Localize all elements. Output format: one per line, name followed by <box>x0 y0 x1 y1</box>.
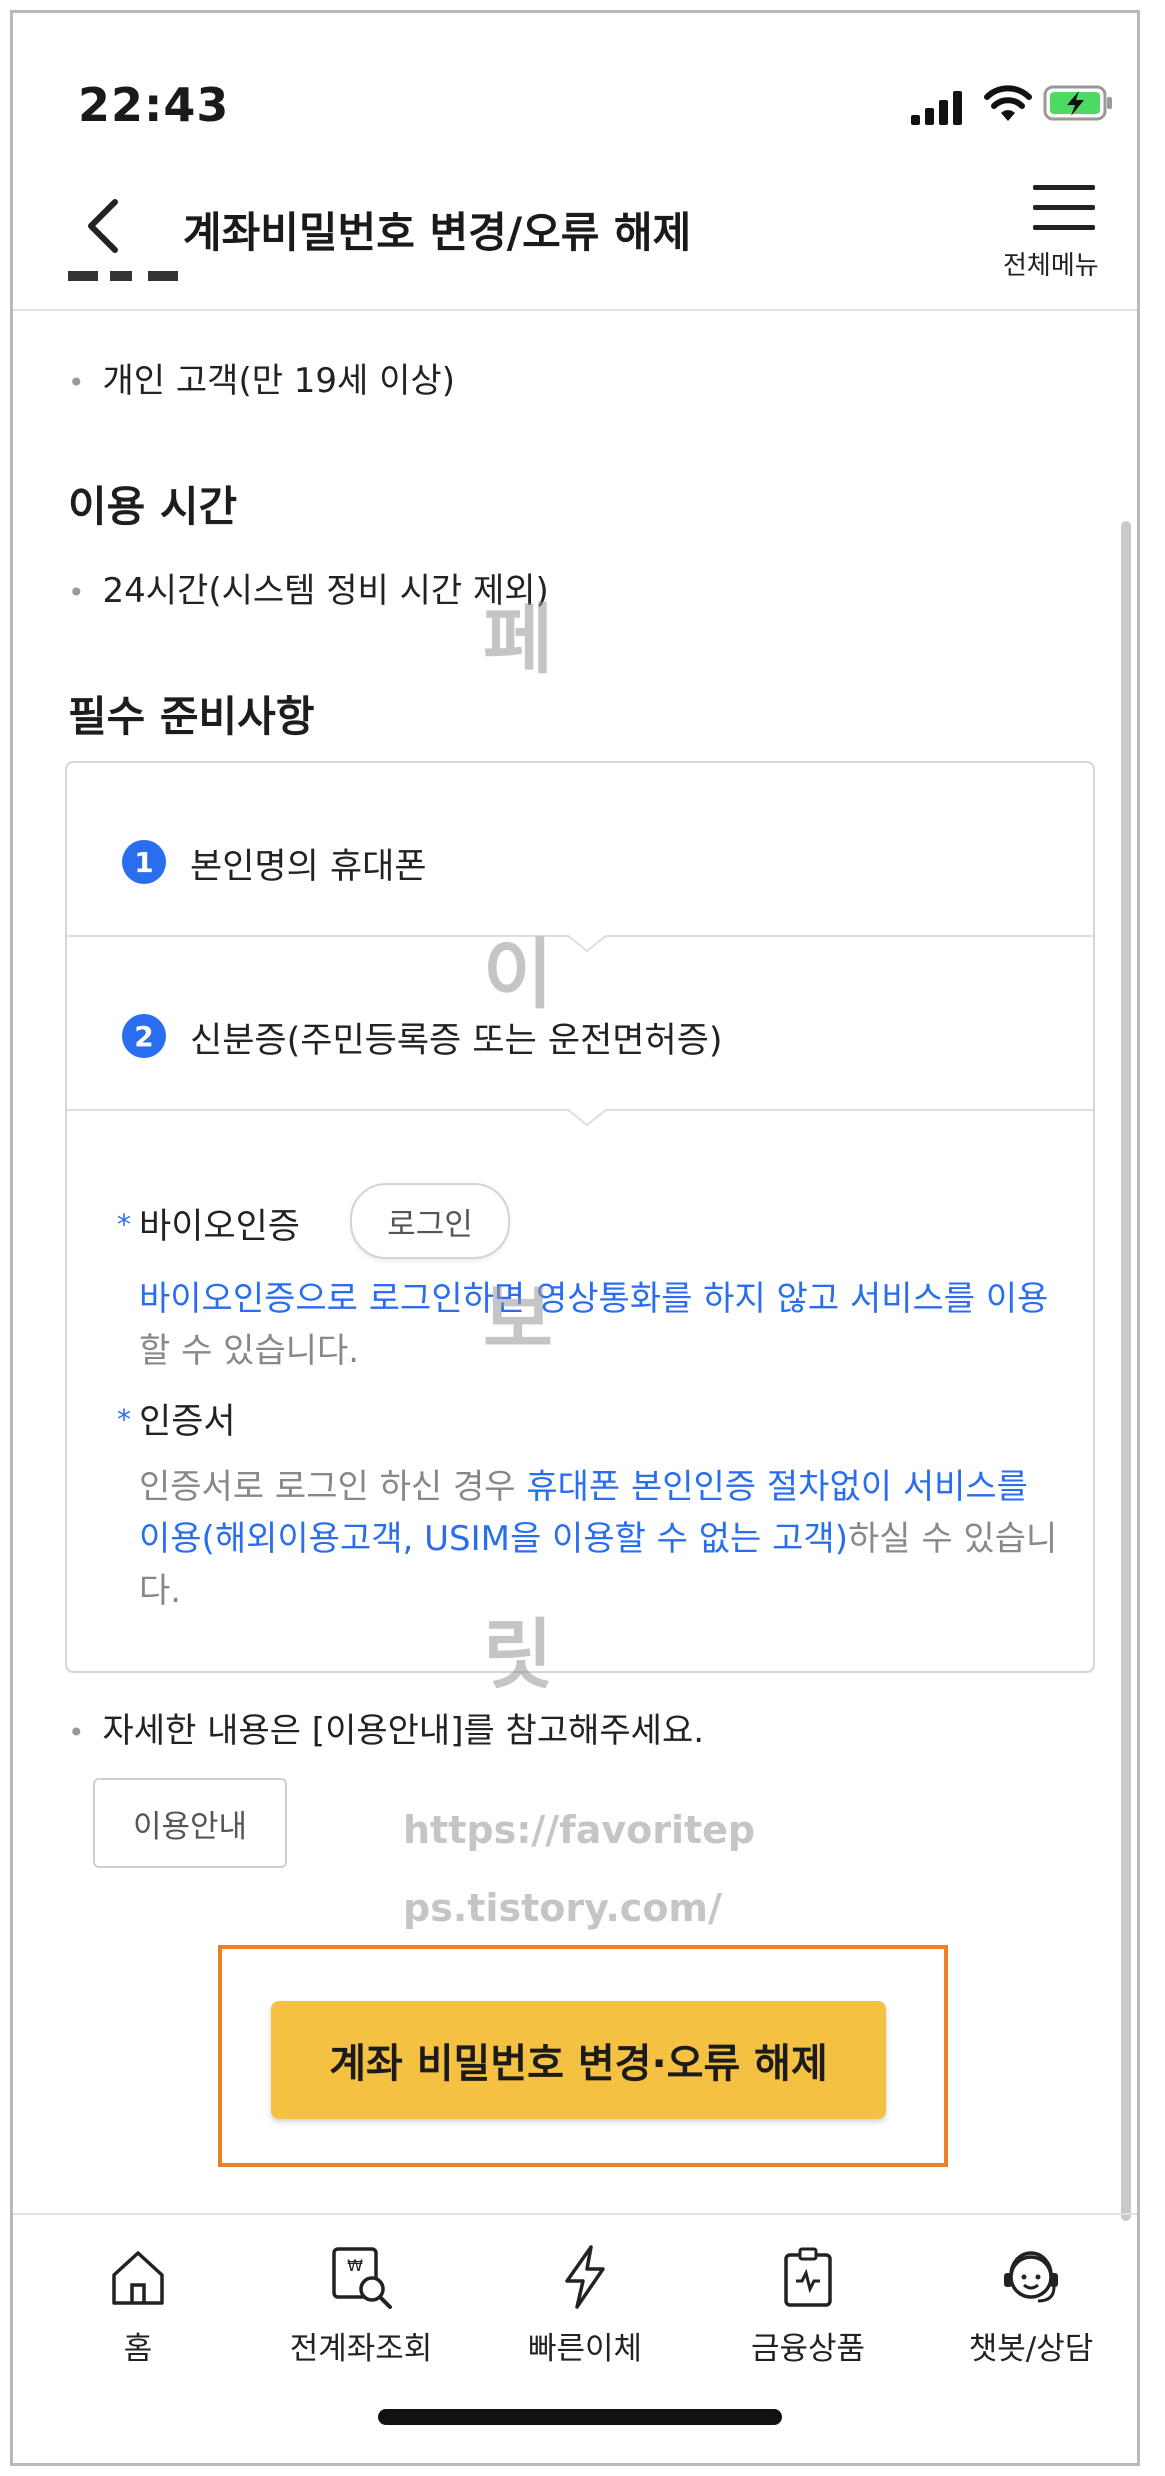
bio-bullet-star: * <box>117 1208 131 1241</box>
hours-item: 24시간(시스템 정비 시간 제외) <box>68 563 549 612</box>
phone-screen: 22:43 계좌비밀번호 변경/오류 해제 전체메뉴 • 개인 고객(만 19세… <box>10 10 1140 2466</box>
watermark-char: 이 <box>483 930 553 1019</box>
nav-label: 홈 <box>123 2331 153 2367</box>
wifi-icon <box>983 83 1033 127</box>
header-divider <box>13 309 1137 311</box>
page-title: 계좌비밀번호 변경/오류 해제 <box>183 208 692 257</box>
login-button[interactable]: 로그인 <box>350 1183 510 1259</box>
battery-charging-icon <box>1043 83 1115 127</box>
watermark-url-line2: ps.tistory.com/ <box>403 1886 722 1930</box>
certificate-title: 인증서 <box>139 1402 236 1442</box>
certificate-description: 인증서로 로그인 하신 경우 휴대폰 본인인증 절차없이 서비스를 이용(해외이… <box>139 1461 1059 1617</box>
bio-desc-rest: 할 수 있습니다. <box>139 1331 360 1371</box>
watermark-char: 릿 <box>483 1610 553 1699</box>
nav-label: 챗봇/상담 <box>968 2331 1094 2367</box>
svg-text:₩: ₩ <box>347 2256 363 2275</box>
financial-product-icon <box>778 2247 838 2313</box>
prep-box: 1 본인명의 휴대폰 2 신분증(주민등록증 또는 운전면허증) * 바이오인증… <box>65 761 1095 1673</box>
full-menu-label[interactable]: 전체메뉴 <box>1003 245 1099 282</box>
prep-item-id-card: 신분증(주민등록증 또는 운전면허증) <box>190 1021 723 1061</box>
home-icon <box>106 2251 170 2313</box>
prep-item-phone: 본인명의 휴대폰 <box>190 847 427 887</box>
prep-title: 필수 준비사항 <box>68 692 315 741</box>
change-password-button[interactable]: 계좌 비밀번호 변경·오류 해제 <box>271 2001 886 2119</box>
nav-label: 금융상품 <box>750 2331 866 2367</box>
cellular-signal-icon <box>911 91 967 129</box>
bottom-nav-divider <box>13 2213 1137 2215</box>
nav-item-chatbot[interactable]: 챗봇/상담 <box>931 2245 1131 2368</box>
divider-notch-icon <box>566 934 608 959</box>
scrollbar[interactable] <box>1121 521 1131 2221</box>
bio-auth-title: 바이오인증 <box>139 1207 301 1247</box>
nav-label: 전계좌조회 <box>289 2331 433 2367</box>
account-search-icon: ₩ <box>326 2247 396 2313</box>
back-button[interactable] <box>83 198 123 258</box>
watermark-url-line1: https://favoritep <box>403 1808 756 1852</box>
hamburger-menu-icon[interactable] <box>1033 183 1095 237</box>
hours-title: 이용 시간 <box>68 482 238 531</box>
step-number-1: 1 <box>122 840 166 884</box>
cert-desc-part1: 인증서로 로그인 하신 경우 <box>139 1467 527 1507</box>
status-time: 22:43 <box>78 78 230 132</box>
nav-item-accounts[interactable]: ₩ 전계좌조회 <box>261 2245 461 2368</box>
detail-note: 자세한 내용은 [이용안내]를 참고해주세요. <box>68 1703 705 1752</box>
cert-bullet-star: * <box>117 1403 131 1436</box>
nav-item-products[interactable]: 금융상품 <box>708 2245 908 2368</box>
bio-auth-description: 바이오인증으로 로그인하면 영상통화를 하지 않고 서비스를 이용할 수 있습니… <box>139 1273 1059 1377</box>
nav-item-home[interactable]: 홈 <box>38 2245 238 2368</box>
eligibility-item: 개인 고객(만 19세 이상) <box>68 353 455 402</box>
clipped-section-heading <box>68 271 188 309</box>
usage-guide-button[interactable]: 이용안내 <box>93 1778 287 1868</box>
watermark-char: 페 <box>483 595 553 684</box>
nav-label: 빠른이체 <box>527 2331 643 2367</box>
chatbot-icon <box>998 2251 1064 2313</box>
lightning-icon <box>557 2245 613 2313</box>
divider-notch-icon <box>566 1108 608 1133</box>
watermark-char: 보 <box>483 1275 553 1364</box>
bio-desc-highlight: 바이오인증으로 로그인하면 영상통화를 하지 않고 서비스를 이용 <box>139 1279 1049 1319</box>
step-number-2: 2 <box>122 1014 166 1058</box>
nav-item-transfer[interactable]: 빠른이체 <box>485 2245 685 2368</box>
home-indicator[interactable] <box>378 2409 782 2425</box>
